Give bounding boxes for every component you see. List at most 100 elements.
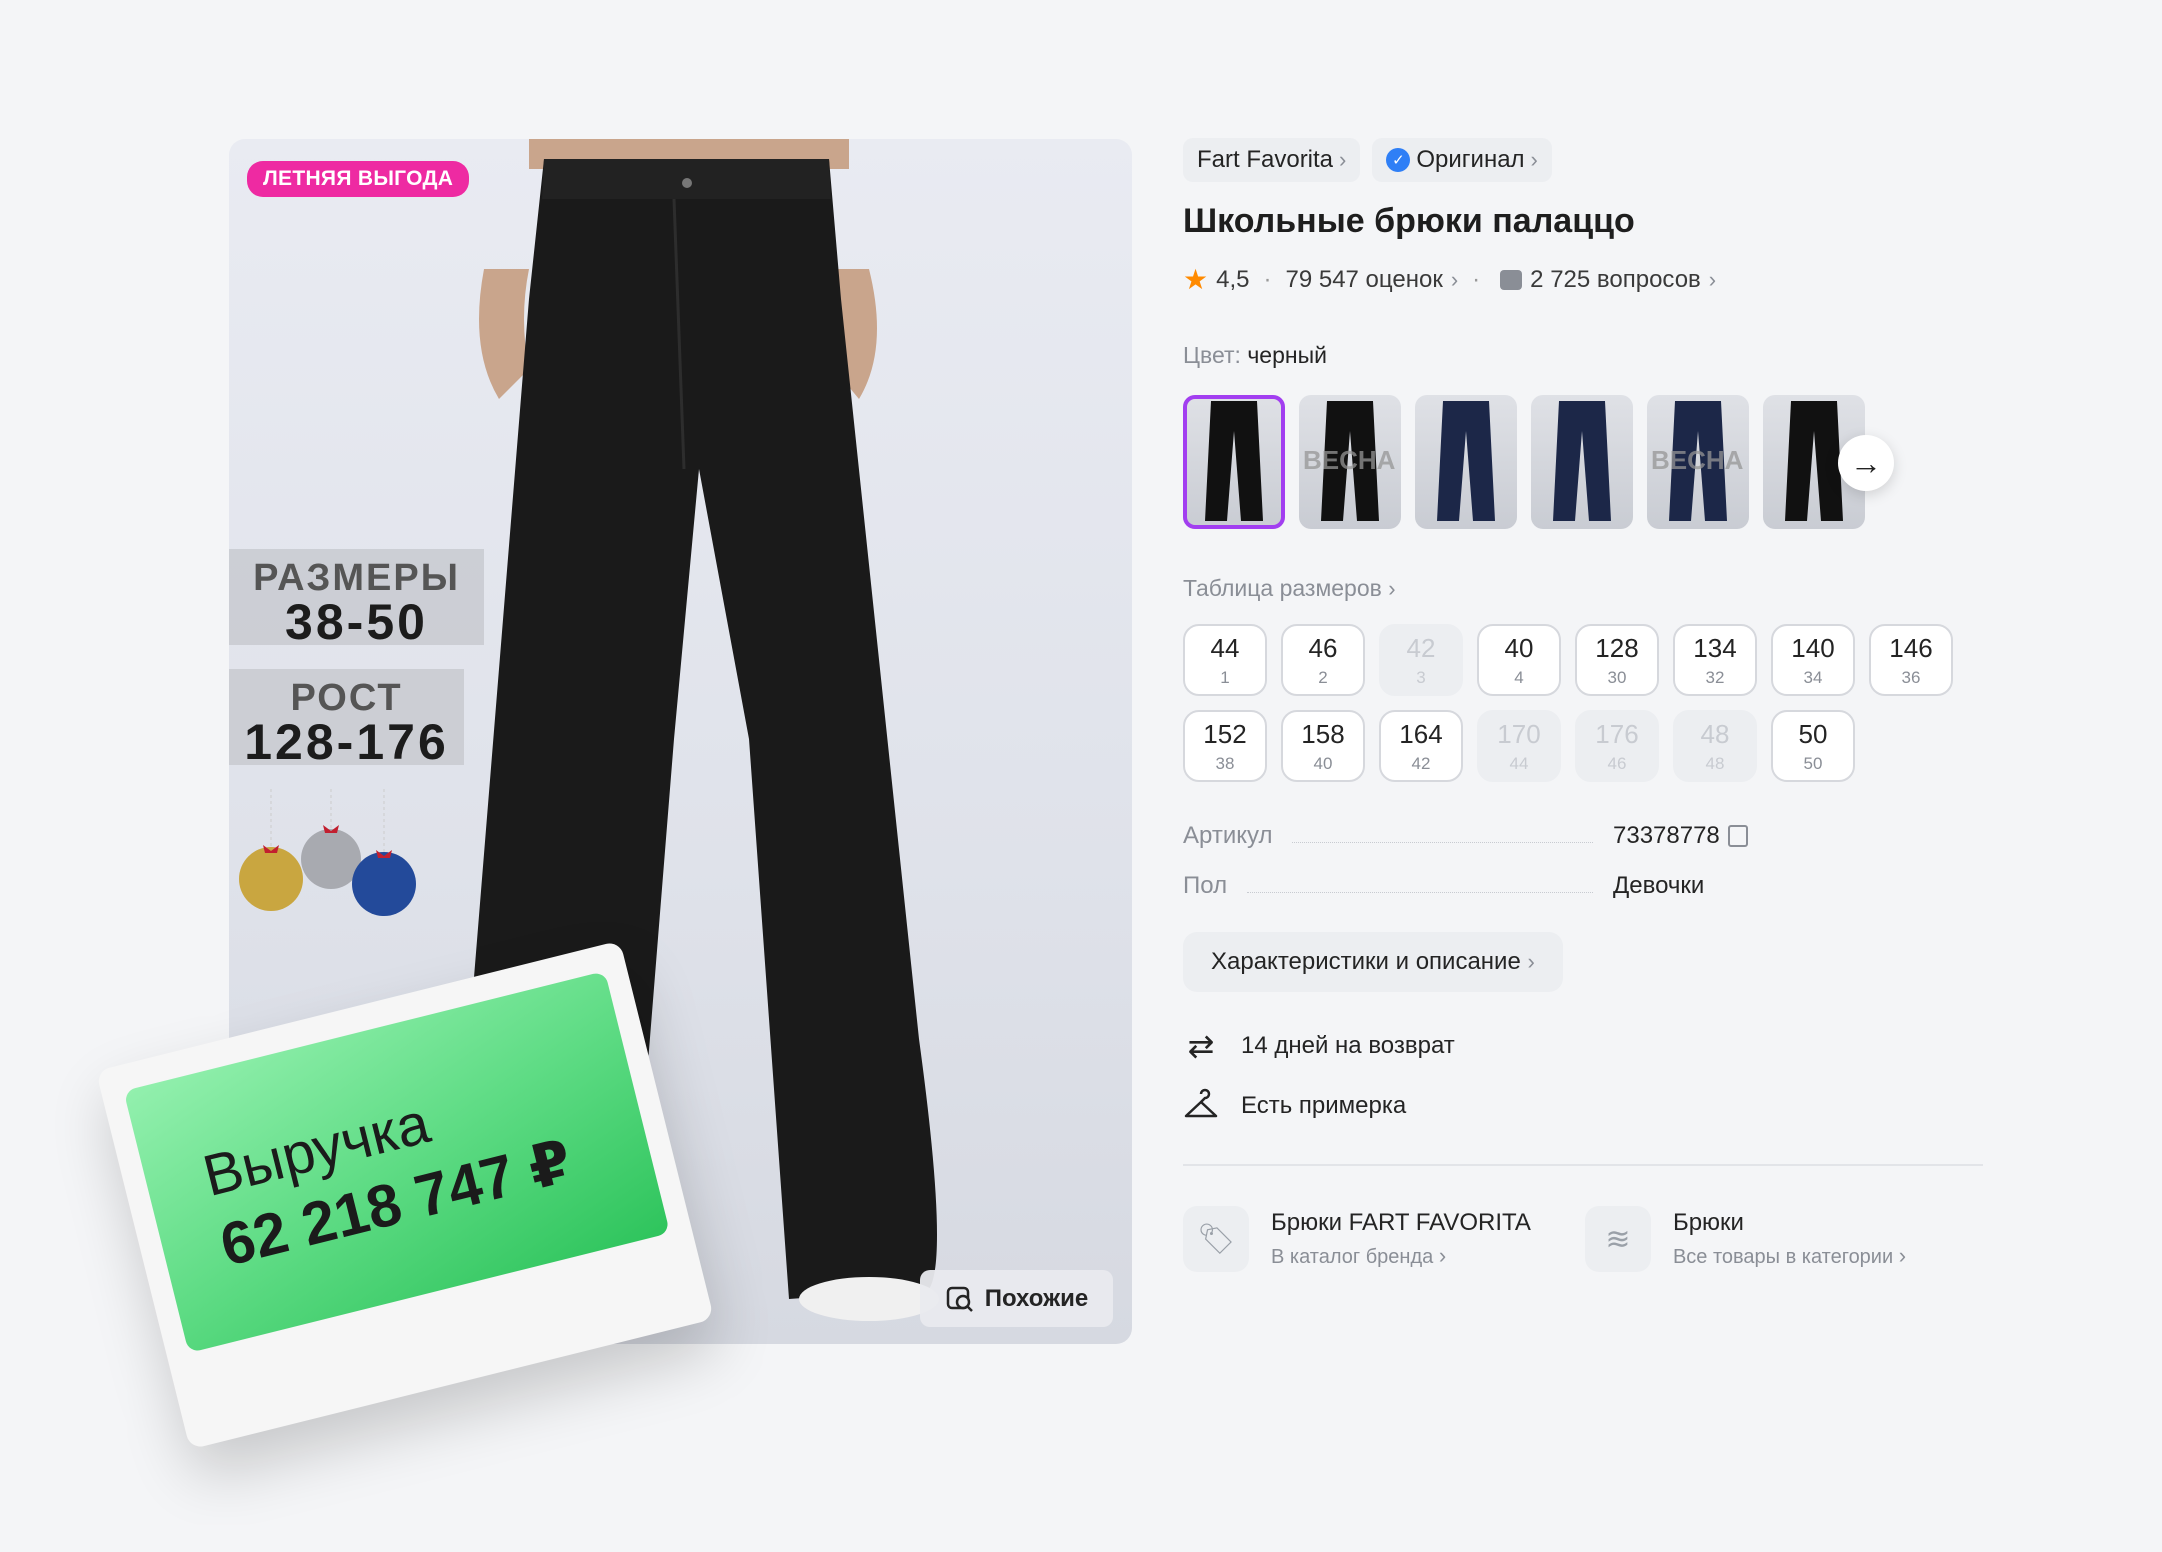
size-value: 48: [1700, 718, 1730, 749]
size-option: 176 46: [1575, 710, 1659, 782]
size-value: 44: [1210, 632, 1240, 663]
size-option[interactable]: 134 32: [1673, 624, 1757, 696]
characteristics-label: Характеристики и описание: [1211, 948, 1521, 975]
size-ru-value: 32: [1705, 667, 1725, 687]
chevron-right-icon: ›: [1388, 576, 1396, 601]
gender-value: Девочки: [1613, 872, 1705, 899]
verified-check-icon: ✓: [1386, 148, 1411, 172]
size-value: 40: [1504, 632, 1534, 663]
chevron-right-icon: ›: [1530, 147, 1538, 172]
size-table-link[interactable]: Таблица размеров ›: [1183, 575, 1983, 602]
size-ru-value: 50: [1803, 753, 1823, 773]
size-value: 134: [1693, 632, 1737, 663]
specs-list: Артикул 73378778 Пол Девочки: [1183, 822, 1763, 900]
size-option[interactable]: 40 4: [1477, 624, 1561, 696]
size-value: 50: [1798, 718, 1828, 749]
size-option: 48 48: [1673, 710, 1757, 782]
size-ru-value: 44: [1509, 753, 1529, 773]
size-option[interactable]: 44 1: [1183, 624, 1267, 696]
color-value: черный: [1247, 342, 1327, 368]
color-thumbnail[interactable]: [1183, 395, 1285, 529]
revenue-card: Выручка 62 218 747 ₽: [95, 940, 715, 1450]
rating-score: 4,5: [1216, 265, 1250, 293]
category-link[interactable]: ≋ Брюки Все товары в категории ›: [1584, 1206, 1907, 1272]
chevron-right-icon: ›: [1450, 266, 1459, 292]
divider: [1183, 1164, 1983, 1166]
brand-chip[interactable]: Fart Favorita ›: [1183, 138, 1361, 182]
original-chip[interactable]: ✓ Оригинал ›: [1372, 138, 1552, 182]
arrow-right-icon: →: [1850, 444, 1882, 481]
trousers-thumbnail-image: [1205, 401, 1263, 521]
size-ru-value: 40: [1313, 753, 1333, 773]
characteristics-button[interactable]: Характеристики и описание ›: [1183, 932, 1563, 992]
reviews-link[interactable]: 79 547 оценок: [1285, 266, 1442, 294]
size-ru-value: 2: [1318, 667, 1328, 687]
size-value: 164: [1399, 718, 1443, 749]
spec-article: Артикул 73378778: [1183, 822, 1763, 850]
chevron-right-icon: ›: [1527, 949, 1535, 974]
color-thumbnail[interactable]: ВЕСНА: [1647, 395, 1749, 529]
height-value: 128-176: [244, 714, 449, 770]
size-ru-value: 3: [1416, 667, 1426, 687]
size-ru-value: 36: [1901, 667, 1921, 687]
size-table-label: Таблица размеров: [1183, 575, 1382, 601]
spec-gender: Пол Девочки: [1183, 872, 1763, 900]
next-arrow-button[interactable]: →: [1838, 435, 1894, 491]
color-thumbnail[interactable]: [1531, 395, 1633, 529]
size-ru-value: 38: [1215, 753, 1235, 773]
question-icon: [1500, 269, 1523, 290]
size-value: 152: [1203, 718, 1247, 749]
thumbnail-watermark: ВЕСНА: [1303, 445, 1396, 475]
trousers-thumbnail-image: [1785, 401, 1843, 521]
return-label: 14 дней на возврат: [1241, 1032, 1455, 1059]
size-option[interactable]: 46 2: [1281, 624, 1365, 696]
size-value: 176: [1595, 718, 1639, 749]
size-value: 158: [1301, 718, 1345, 749]
revenue-card-panel: Выручка 62 218 747 ₽: [123, 971, 671, 1353]
height-overlay: РОСТ 128-176: [229, 669, 464, 770]
sizes-value: 38-50: [285, 594, 428, 650]
color-label: Цвет:: [1183, 342, 1241, 368]
hanger-icon: [1184, 1088, 1218, 1118]
brand-chips: Fart Favorita › ✓ Оригинал ›: [1183, 138, 1983, 182]
size-option[interactable]: 152 38: [1183, 710, 1267, 782]
size-option[interactable]: 146 36: [1869, 624, 1953, 696]
chevron-right-icon: ›: [1438, 1243, 1447, 1268]
questions-link[interactable]: 2 725 вопросов: [1530, 266, 1701, 294]
size-ru-value: 34: [1803, 667, 1823, 687]
size-ru-value: 46: [1607, 753, 1627, 773]
copy-icon[interactable]: [1727, 825, 1748, 847]
chevron-right-icon: ›: [1708, 266, 1717, 292]
size-value: 146: [1889, 632, 1933, 663]
size-option[interactable]: 164 42: [1379, 710, 1463, 782]
size-value: 170: [1497, 718, 1541, 749]
related-links: 🏷 Брюки FART FAVORITA В каталог бренда ›…: [1183, 1206, 1983, 1272]
size-option[interactable]: 158 40: [1281, 710, 1365, 782]
size-ru-value: 30: [1607, 667, 1627, 687]
original-chip-label: Оригинал: [1416, 146, 1525, 173]
chevron-right-icon: ›: [1898, 1243, 1907, 1268]
similar-search-icon: [946, 1286, 973, 1312]
size-ru-value: 1: [1220, 667, 1230, 687]
brand-chip-label: Fart Favorita: [1197, 146, 1334, 173]
size-value: 46: [1308, 632, 1338, 663]
size-option: 170 44: [1477, 710, 1561, 782]
star-icon: ★: [1183, 264, 1209, 295]
size-option[interactable]: 50 50: [1771, 710, 1855, 782]
brand-link-title: Брюки FART FAVORITA: [1271, 1209, 1531, 1236]
size-ru-value: 4: [1514, 667, 1524, 687]
size-ru-value: 48: [1705, 753, 1725, 773]
category-link-title: Брюки: [1672, 1209, 1744, 1236]
feature-fitting: Есть примерка: [1183, 1088, 1983, 1124]
similar-button[interactable]: Похожие: [920, 1270, 1113, 1327]
color-thumbnail[interactable]: ВЕСНА: [1299, 395, 1401, 529]
return-arrows-icon: ⇄: [1187, 1028, 1215, 1064]
category-link-sub: Все товары в категории: [1672, 1246, 1894, 1268]
tag-icon: 🏷: [1183, 1206, 1249, 1272]
color-thumbnail[interactable]: [1415, 395, 1517, 529]
product-info: Fart Favorita › ✓ Оригинал › Школьные бр…: [1183, 138, 1983, 1272]
size-option[interactable]: 128 30: [1575, 624, 1659, 696]
brand-catalog-link[interactable]: 🏷 Брюки FART FAVORITA В каталог бренда ›: [1183, 1206, 1531, 1272]
trousers-thumbnail-image: [1553, 401, 1611, 521]
size-option[interactable]: 140 34: [1771, 624, 1855, 696]
